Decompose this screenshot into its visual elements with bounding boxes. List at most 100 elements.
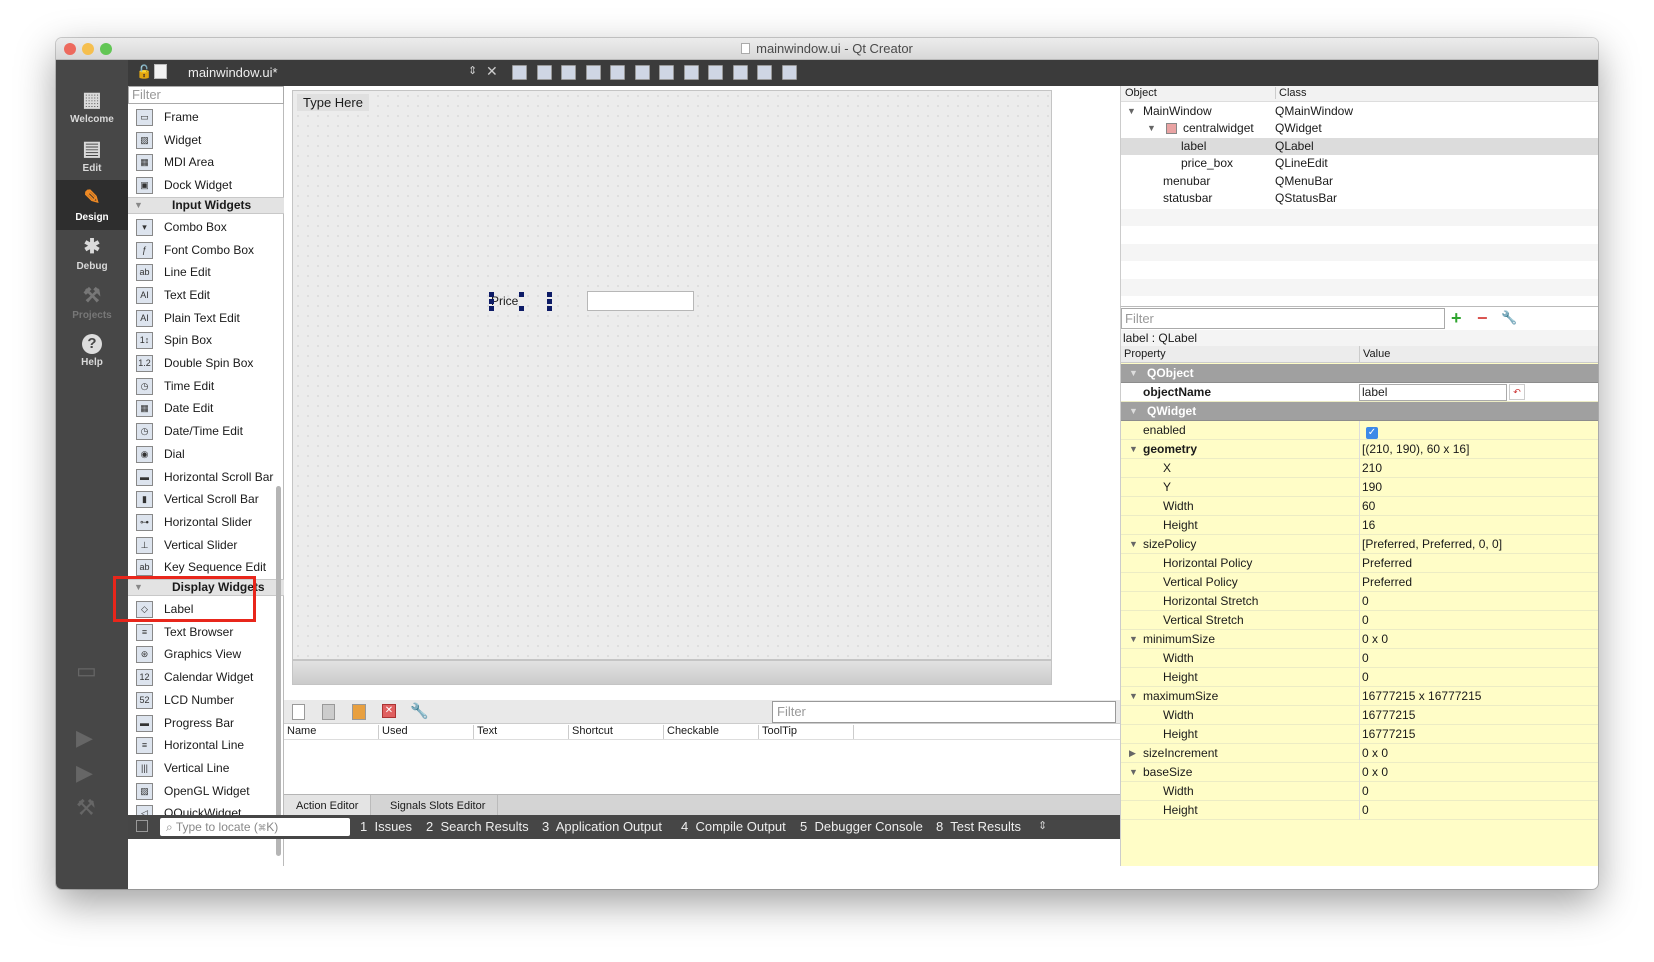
widget-horizontal-line[interactable]: ≡ Horizontal Line	[128, 734, 284, 757]
property-row[interactable]: ▼ QObject	[1121, 364, 1598, 383]
layout-form-icon[interactable]	[708, 65, 723, 80]
edit-buddies-icon[interactable]	[561, 65, 576, 80]
property-row[interactable]: Vertical Policy Preferred	[1121, 573, 1598, 592]
property-row[interactable]: Width 0	[1121, 649, 1598, 668]
column-header-checkable[interactable]: Checkable	[664, 725, 759, 739]
widget-key-sequence-edit[interactable]: ab Key Sequence Edit	[128, 556, 284, 579]
delete-action-icon[interactable]: ✕	[382, 704, 396, 718]
column-header-text[interactable]: Text	[474, 725, 569, 739]
menu-type-here[interactable]: Type Here	[297, 94, 369, 111]
property-row[interactable]: ▼ sizePolicy [Preferred, Preferred, 0, 0]	[1121, 535, 1598, 554]
configure-wrench-icon[interactable]: 🔧	[410, 702, 429, 720]
property-row[interactable]: Height 16777215	[1121, 725, 1598, 744]
widget-text-edit[interactable]: AI Text Edit	[128, 284, 284, 307]
layout-vertical-icon[interactable]	[634, 65, 650, 80]
widget-text-browser[interactable]: ≡ Text Browser	[128, 621, 284, 644]
output-tab[interactable]: 3 Application Output	[542, 819, 662, 834]
object-row-centralwidget[interactable]: ▼ centralwidget QWidget	[1121, 120, 1598, 137]
action-filter-input[interactable]: Filter	[772, 701, 1116, 723]
widget-mdi-area[interactable]: ▦ MDI Area	[128, 151, 284, 174]
tab-action-editor[interactable]: Action Editor	[284, 795, 372, 817]
property-row[interactable]: enabled ✓	[1121, 421, 1598, 440]
copy-action-icon[interactable]	[322, 704, 335, 720]
object-row-menubar[interactable]: menubar QMenuBar	[1121, 173, 1598, 190]
add-property-icon[interactable]: +	[1451, 308, 1462, 329]
column-header-class[interactable]: Class	[1275, 87, 1307, 99]
property-row[interactable]: Height 16	[1121, 516, 1598, 535]
widget-lcd-number[interactable]: 52 LCD Number	[128, 689, 284, 712]
selection-handle[interactable]	[489, 306, 494, 311]
edit-widgets-icon[interactable]	[512, 65, 527, 80]
widget-horizontal-scroll-bar[interactable]: ▬ Horizontal Scroll Bar	[128, 466, 284, 489]
property-row[interactable]: Vertical Stretch 0	[1121, 611, 1598, 630]
widget-progress-bar[interactable]: ▬ Progress Bar	[128, 712, 284, 735]
expand-triangle-icon[interactable]: ▼	[1129, 402, 1138, 421]
splitter-horizontal-icon[interactable]	[659, 65, 674, 80]
property-row[interactable]: Y 190	[1121, 478, 1598, 497]
break-layout-icon[interactable]	[757, 65, 772, 80]
property-row[interactable]: ▼ QWidget	[1121, 402, 1598, 421]
category-display-widgets[interactable]: ▼ Display Widgets	[128, 579, 284, 596]
widget-date-time-edit[interactable]: ◷ Date/Time Edit	[128, 420, 284, 443]
widget-opengl-widget[interactable]: ▨ OpenGL Widget	[128, 780, 284, 803]
category-input-widgets[interactable]: ▼ Input Widgets	[128, 196, 284, 214]
property-filter-input[interactable]: Filter	[1121, 308, 1445, 329]
open-documents-dropdown[interactable]: ⇕	[468, 64, 477, 77]
selection-handle[interactable]	[547, 292, 552, 297]
property-row[interactable]: Height 0	[1121, 668, 1598, 687]
document-name[interactable]: mainwindow.ui*	[188, 65, 278, 80]
property-row[interactable]: Height 0	[1121, 801, 1598, 820]
edit-tab-order-icon[interactable]	[585, 65, 601, 80]
property-row[interactable]: Width 16777215	[1121, 706, 1598, 725]
property-row[interactable]: ▼ baseSize 0 x 0	[1121, 763, 1598, 782]
edit-signals-icon[interactable]	[536, 65, 552, 80]
debug-run-icon[interactable]: ▶	[76, 760, 93, 786]
column-header-tooltip[interactable]: ToolTip	[759, 725, 854, 739]
output-tab[interactable]: 2 Search Results	[426, 819, 529, 834]
expand-triangle-icon[interactable]: ▼	[1129, 630, 1138, 649]
layout-grid-icon[interactable]	[732, 65, 748, 80]
property-row[interactable]: objectName label ↶	[1121, 383, 1598, 402]
mode-design[interactable]: ✎ Design	[56, 180, 128, 230]
output-tab[interactable]: 1 Issues	[360, 819, 412, 834]
widget-line-edit[interactable]: ab Line Edit	[128, 261, 284, 284]
mode-help[interactable]: ? Help	[56, 327, 128, 377]
widget-font-combo-box[interactable]: ƒ Font Combo Box	[128, 239, 284, 262]
expand-triangle-icon[interactable]: ▼	[1147, 120, 1156, 137]
property-row[interactable]: Width 0	[1121, 782, 1598, 801]
selection-handle[interactable]	[489, 292, 494, 297]
object-row-statusbar[interactable]: statusbar QStatusBar	[1121, 190, 1598, 207]
column-header-shortcut[interactable]: Shortcut	[569, 725, 664, 739]
column-header-object[interactable]: Object	[1125, 87, 1157, 99]
widget-dock-widget[interactable]: ▣ Dock Widget	[128, 174, 284, 197]
column-header-value[interactable]: Value	[1359, 346, 1390, 362]
enabled-checkbox[interactable]: ✓	[1366, 427, 1378, 439]
layout-horizontal-icon[interactable]	[610, 65, 625, 80]
property-row[interactable]: ▼ minimumSize 0 x 0	[1121, 630, 1598, 649]
run-icon[interactable]: ▶	[76, 725, 93, 751]
expand-triangle-icon[interactable]: ▼	[1129, 763, 1138, 782]
widget-filter-input[interactable]: Filter	[128, 86, 284, 104]
property-row[interactable]: ▼ maximumSize 16777215 x 16777215	[1121, 687, 1598, 706]
widget-frame[interactable]: ▭ Frame	[128, 106, 284, 129]
mode-welcome[interactable]: ▦ Welcome	[56, 82, 128, 132]
selection-handle[interactable]	[519, 292, 524, 297]
object-row-price_box[interactable]: price_box QLineEdit	[1121, 155, 1598, 172]
price-label-widget[interactable]: Price	[491, 294, 518, 308]
expand-triangle-icon[interactable]: ▼	[1127, 103, 1136, 120]
widget-widget[interactable]: ▨ Widget	[128, 129, 284, 152]
locator-input[interactable]: ⌕ Type to locate (⌘K)	[160, 818, 350, 836]
selection-handle[interactable]	[489, 299, 494, 304]
selection-handle[interactable]	[547, 299, 552, 304]
widget-vertical-line[interactable]: ||| Vertical Line	[128, 757, 284, 780]
widget-list-scrollbar[interactable]	[276, 486, 281, 856]
price-box-widget[interactable]	[587, 291, 694, 311]
mode-edit[interactable]: ▤ Edit	[56, 131, 128, 181]
remove-property-icon[interactable]: −	[1477, 308, 1488, 329]
monitor-icon[interactable]: ▭	[76, 658, 97, 684]
widget-date-edit[interactable]: ▦ Date Edit	[128, 397, 284, 420]
object-row-label[interactable]: label QLabel	[1121, 137, 1598, 155]
widget-dial[interactable]: ◉ Dial	[128, 443, 284, 466]
widget-label[interactable]: ◇ Label	[128, 598, 284, 621]
adjust-size-icon[interactable]	[781, 65, 797, 80]
